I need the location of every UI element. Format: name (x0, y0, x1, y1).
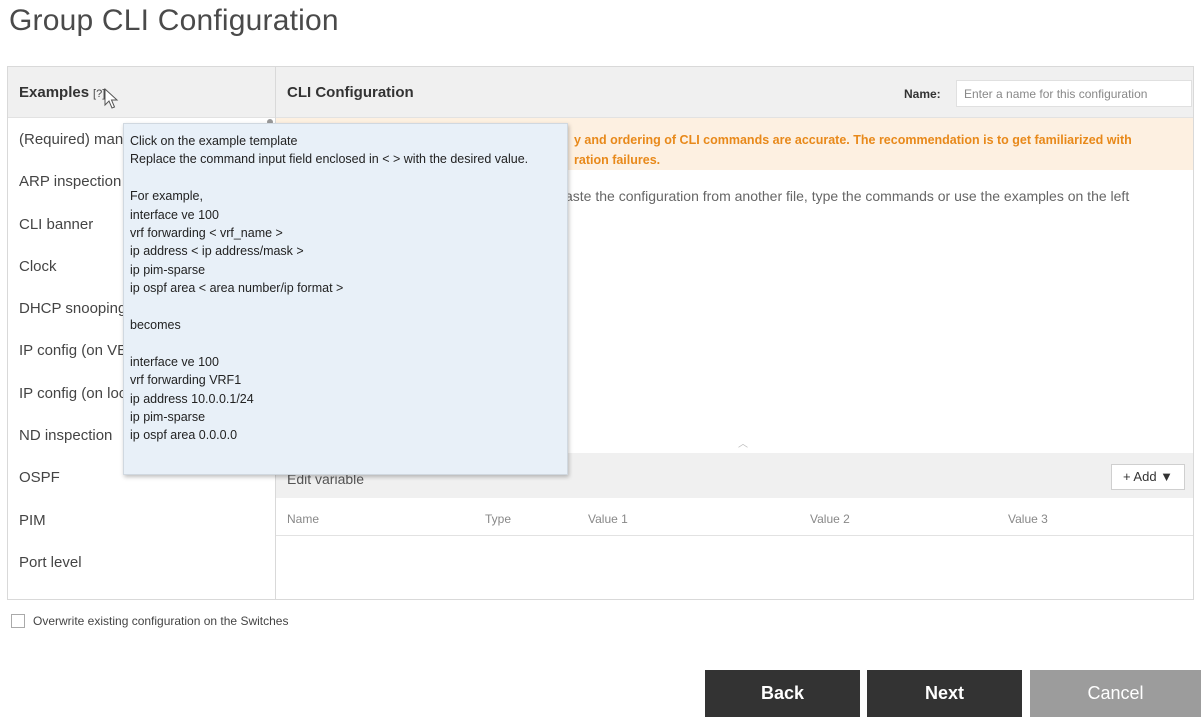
tooltip-spacer (130, 169, 567, 187)
tooltip-line: For example, (130, 189, 203, 204)
name-label: Name: (904, 87, 941, 101)
name-input[interactable] (956, 80, 1192, 107)
chevron-up-icon[interactable]: ︿ (738, 435, 748, 450)
tooltip-spacer (130, 334, 567, 352)
tooltip-line: Replace the command input field enclosed… (130, 152, 529, 167)
tooltip-line: interface ve 100 (130, 354, 219, 369)
tooltip-line: becomes (130, 318, 181, 333)
column-type: Type (485, 512, 512, 526)
column-name: Name (287, 512, 320, 526)
overwrite-checkbox[interactable] (11, 614, 25, 628)
example-item[interactable]: Port level (8, 541, 275, 583)
tooltip-line: vrf forwarding VRF1 (130, 373, 242, 388)
examples-title: Examples (19, 84, 90, 101)
tooltip-line: ip ospf area 0.0.0.0 (130, 428, 238, 443)
column-value-3: Value 3 (1008, 512, 1048, 526)
add-variable-button[interactable]: + Add ▼ (1111, 464, 1185, 490)
tooltip-line: interface ve 100 (130, 207, 219, 222)
tooltip-line: vrf forwarding < vrf_name > (130, 226, 283, 241)
tooltip-line: ip address 10.0.0.1/24 (130, 391, 254, 406)
column-value-1: Value 1 (588, 512, 628, 526)
tooltip-line: Click on the example template (130, 134, 298, 148)
examples-help-tooltip: Click on the example template Replace th… (123, 123, 568, 475)
mouse-pointer-icon (104, 88, 119, 109)
tooltip-line: ip address < ip address/mask > (130, 244, 304, 259)
example-item[interactable]: PIM (8, 499, 275, 541)
tooltip-line: ip ospf area < area number/ip format > (130, 281, 344, 296)
tooltip-line: ip pim-sparse (130, 262, 206, 277)
tooltip-spacer (130, 298, 567, 316)
overwrite-option[interactable]: Overwrite existing configuration on the … (11, 614, 288, 628)
cancel-button[interactable]: Cancel (1030, 670, 1201, 717)
examples-header: Examples [?] (8, 67, 275, 118)
variable-table-header: Name Type Value 1 Value 2 Value 3 (276, 498, 1193, 536)
page-title: Group CLI Configuration (9, 4, 339, 37)
cli-header: CLI Configuration Name: (276, 67, 1193, 118)
back-button[interactable]: Back (705, 670, 860, 717)
tooltip-line: ip pim-sparse (130, 410, 206, 425)
next-button[interactable]: Next (867, 670, 1022, 717)
cli-title: CLI Configuration (287, 84, 414, 101)
overwrite-label: Overwrite existing configuration on the … (33, 614, 289, 628)
column-value-2: Value 2 (810, 512, 850, 526)
editor-placeholder: aste the configuration from another file… (565, 188, 1130, 204)
